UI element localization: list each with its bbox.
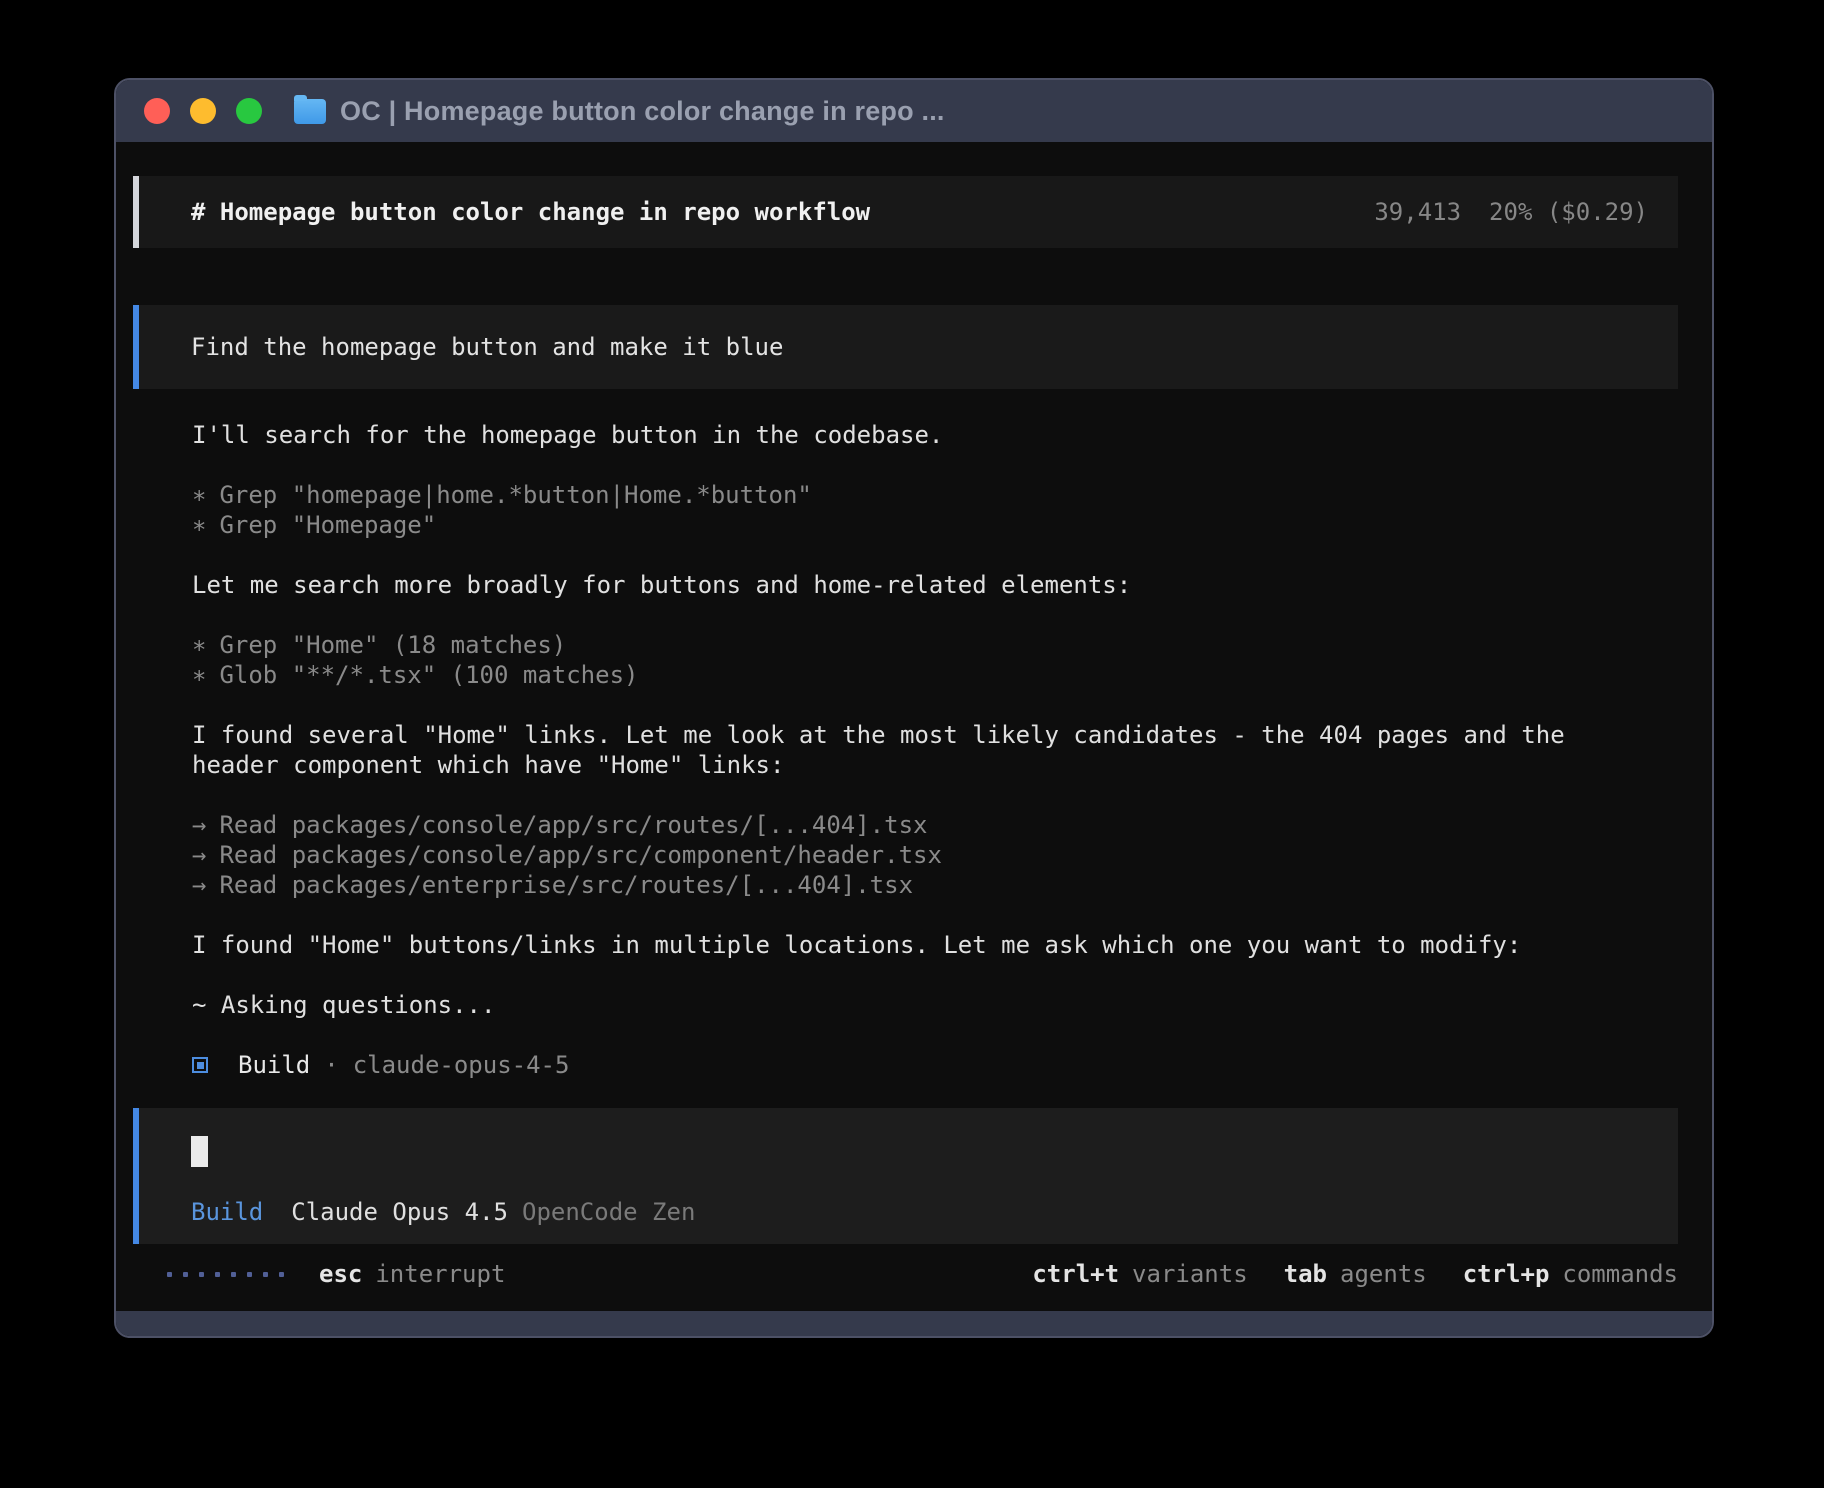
session-header: # Homepage button color change in repo w…	[133, 176, 1678, 248]
spinner-dots	[167, 1272, 284, 1277]
hint-key: tab	[1284, 1260, 1327, 1288]
assistant-text: I found several "Home" links. Let me loo…	[192, 720, 1632, 780]
tool-call-group: ∗ Grep "Home" (18 matches) ∗ Glob "**/*.ts…	[192, 630, 1678, 690]
asterisk-bullet-icon: ∗	[192, 481, 206, 509]
tool-call-label: Grep "Home" (18 matches)	[219, 631, 566, 659]
asterisk-bullet-icon: ∗	[192, 511, 206, 539]
session-stats: 39,413 20% ($0.29)	[1374, 197, 1648, 227]
minimize-button[interactable]	[190, 98, 216, 124]
asterisk-bullet-icon: ∗	[192, 661, 206, 689]
user-message: Find the homepage button and make it blu…	[133, 305, 1678, 389]
hint-interrupt: esc interrupt	[319, 1259, 505, 1289]
hint-key: ctrl+p	[1463, 1260, 1550, 1288]
spinner-dot	[247, 1272, 252, 1277]
tool-call-grep: ∗ Grep "Homepage"	[192, 510, 1678, 540]
agent-name: Build	[238, 1050, 310, 1080]
context-cost: 20% ($0.29)	[1489, 198, 1648, 226]
hint-variants: ctrl+t variants	[1032, 1259, 1247, 1289]
hint-label: variants	[1132, 1260, 1248, 1288]
close-button[interactable]	[144, 98, 170, 124]
hint-agents: tab agents	[1284, 1259, 1427, 1289]
model-label: Claude Opus 4.5	[291, 1198, 508, 1226]
session-title: # Homepage button color change in repo w…	[191, 197, 870, 227]
window-bottom-bar	[116, 1311, 1712, 1336]
spinner-dot	[215, 1272, 220, 1277]
status-footer: esc interrupt ctrl+t variants tab agents ct…	[133, 1259, 1678, 1289]
spinner-dot	[279, 1272, 284, 1277]
mode-label: Build	[191, 1198, 263, 1226]
assistant-text: Let me search more broadly for buttons a…	[192, 570, 1632, 600]
spinner-dot	[199, 1272, 204, 1277]
tool-call-grep: ∗ Grep "homepage|home.*button|Home.*butto…	[192, 480, 1678, 510]
input-line	[191, 1136, 1648, 1167]
tool-call-label: Grep "Homepage"	[219, 511, 436, 539]
hint-label: commands	[1562, 1260, 1678, 1288]
tool-call-grep: ∗ Grep "Home" (18 matches)	[192, 630, 1678, 660]
dot-separator: ·	[324, 1050, 338, 1080]
spinner-dot	[263, 1272, 268, 1277]
terminal-window: OC | Homepage button color change in rep…	[114, 78, 1714, 1338]
assistant-status-text: ~ Asking questions...	[192, 990, 1632, 1020]
zoom-button[interactable]	[236, 98, 262, 124]
hint-label: agents	[1340, 1260, 1427, 1288]
tool-call-label: Glob "**/*.tsx" (100 matches)	[219, 661, 638, 689]
arrow-right-icon: →	[192, 841, 206, 869]
provider-label: OpenCode Zen	[522, 1198, 695, 1226]
text-cursor	[191, 1136, 208, 1167]
spinner-dot	[231, 1272, 236, 1277]
window-title: OC | Homepage button color change in rep…	[340, 96, 945, 127]
tool-call-label: Read packages/console/app/src/routes/[..…	[219, 811, 927, 839]
tool-call-label: Grep "homepage|home.*button|Home.*button…	[219, 481, 811, 509]
token-count: 39,413	[1374, 198, 1461, 226]
tool-call-label: Read packages/console/app/src/component/…	[219, 841, 941, 869]
tool-call-group: → Read packages/console/app/src/routes/[.…	[192, 810, 1678, 900]
footer-shortcuts: ctrl+t variants tab agents ctrl+p commands	[1032, 1259, 1678, 1289]
tool-call-read: → Read packages/enterprise/src/routes/[..…	[192, 870, 1678, 900]
titlebar: OC | Homepage button color change in rep…	[116, 80, 1712, 142]
spinner-dot	[183, 1272, 188, 1277]
arrow-right-icon: →	[192, 811, 206, 839]
agent-model: claude-opus-4-5	[353, 1050, 570, 1080]
hint-label: interrupt	[375, 1260, 505, 1288]
tool-call-label: Read packages/enterprise/src/routes/[...…	[219, 871, 913, 899]
asterisk-bullet-icon: ∗	[192, 631, 206, 659]
terminal-content: # Homepage button color change in repo w…	[116, 142, 1712, 1311]
hint-key: ctrl+t	[1032, 1260, 1119, 1288]
spinner-dot	[167, 1272, 172, 1277]
agent-build-icon	[192, 1057, 208, 1073]
tool-call-glob: ∗ Glob "**/*.tsx" (100 matches)	[192, 660, 1678, 690]
tool-call-group: ∗ Grep "homepage|home.*button|Home.*butto…	[192, 480, 1678, 540]
model-status-row: Build Claude Opus 4.5 OpenCode Zen	[191, 1197, 1648, 1227]
tool-call-read: → Read packages/console/app/src/component…	[192, 840, 1678, 870]
prompt-input[interactable]: Build Claude Opus 4.5 OpenCode Zen	[133, 1108, 1678, 1244]
hint-commands: ctrl+p commands	[1463, 1259, 1678, 1289]
assistant-text: I'll search for the homepage button in t…	[192, 420, 1632, 450]
assistant-text: I found "Home" buttons/links in multiple…	[192, 930, 1632, 960]
agent-status-line: Build · claude-opus-4-5	[192, 1050, 1678, 1080]
user-message-text: Find the homepage button and make it blu…	[191, 333, 783, 361]
hint-key: esc	[319, 1260, 362, 1288]
arrow-right-icon: →	[192, 871, 206, 899]
folder-icon	[294, 99, 326, 124]
tool-call-read: → Read packages/console/app/src/routes/[.…	[192, 810, 1678, 840]
